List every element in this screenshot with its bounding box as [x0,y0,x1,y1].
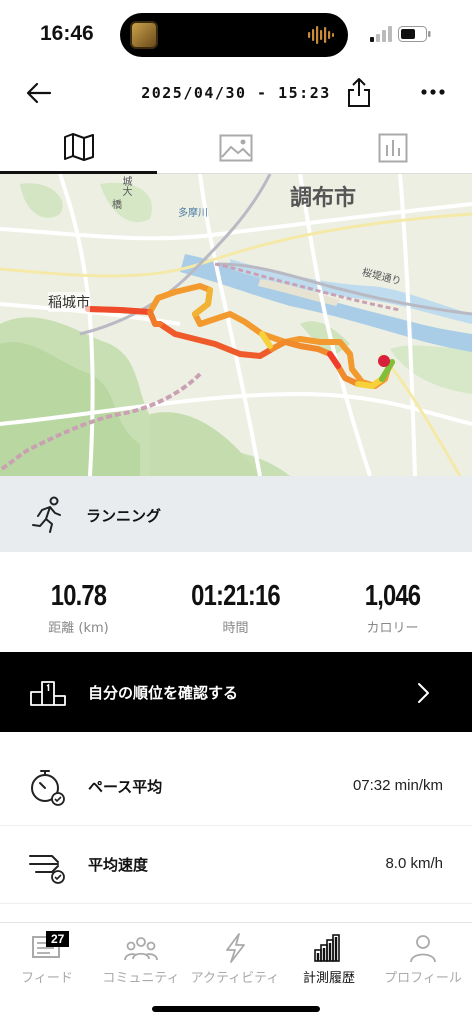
status-bar: 16:46 [0,0,472,70]
chart-icon [378,133,407,163]
metric-average-speed-value: 8.0 km/h [385,855,443,872]
nav-history[interactable]: 計測履歴 [282,929,376,993]
profile-icon [410,935,436,963]
cellular-signal-icon [370,26,392,42]
ranking-button[interactable]: 自分の順位を確認する [0,652,472,732]
activity-type-row: ランニング [0,476,472,552]
stat-time-value: 01:21:16 [191,580,280,612]
ranking-label: 自分の順位を確認する [88,684,239,702]
nav-profile-label: プロフィール [384,971,462,986]
metric-average-pace-label: ペース平均 [88,778,163,796]
nav-profile[interactable]: プロフィール [376,929,470,993]
stat-time-label: 時間 [222,621,249,636]
stat-distance-label: 距離 (km) [48,621,109,636]
stat-distance: 10.78 距離 (km) [0,580,157,636]
now-playing-artwork [130,21,158,49]
speed-lines-icon [29,855,65,884]
back-arrow-icon[interactable] [24,78,54,108]
header: 2025/04/30 - 15:23 [0,70,472,118]
tab-stats[interactable] [314,122,471,174]
metric-average-speed[interactable]: 平均速度 8.0 km/h [0,826,472,904]
podium-icon [30,681,66,706]
community-icon [124,937,158,961]
nav-feed[interactable]: 27 フィード [0,929,94,993]
nav-feed-label: フィード [21,971,73,986]
map-canvas [0,174,472,476]
view-tabs [0,122,472,174]
bar-chart-icon [314,934,340,962]
home-indicator[interactable] [152,1006,320,1012]
share-icon[interactable] [345,76,373,108]
tab-photos[interactable] [157,122,314,174]
map-icon [63,132,94,161]
map-label-bridge-a: 城大 [120,176,131,196]
image-icon [219,134,252,162]
metric-average-speed-label: 平均速度 [88,856,149,874]
stopwatch-pace-icon [31,770,65,806]
nav-community[interactable]: コミュニティ [94,929,188,993]
stat-calories-value: 1,046 [364,580,421,612]
stat-calories-label: カロリー [366,621,419,636]
map-label-tamagawa: 多摩川 [178,208,208,219]
route-map[interactable]: 調布市 稲城市 多摩川 城大 橋 桜堤通り [0,174,472,476]
activity-type-label: ランニング [86,507,162,525]
more-options-icon[interactable] [420,80,446,104]
stat-distance-value: 10.78 [50,580,107,612]
nav-community-label: コミュニティ [102,971,180,986]
nav-history-label: 計測履歴 [302,971,355,986]
nav-activity-label: アクティビティ [190,971,280,986]
metric-average-pace-value: 07:32 min/km [352,777,443,794]
audio-waveform-icon [308,26,334,44]
feed-badge: 27 [46,931,70,947]
metric-average-pace[interactable]: ペース平均 07:32 min/km [0,748,472,826]
running-icon [32,496,61,533]
activity-date-title: 2025/04/30 - 15:23 [141,84,331,102]
status-time: 16:46 [40,22,94,45]
nav-activity[interactable]: アクティビティ [188,929,282,993]
summary-stats: 10.78 距離 (km) 01:21:16 時間 1,046 カロリー [0,552,472,652]
stat-time: 01:21:16 時間 [157,580,314,636]
map-label-bridge-b: 橋 [112,200,122,211]
map-label-chofu: 調布市 [290,186,357,211]
stat-calories: 1,046 カロリー [314,580,471,636]
dynamic-island[interactable] [120,13,348,57]
battery-icon [398,26,431,42]
map-label-inagi: 稲城市 [48,292,90,312]
lightning-icon [226,933,245,963]
chevron-right-icon [418,683,429,703]
tab-map[interactable] [0,122,157,174]
